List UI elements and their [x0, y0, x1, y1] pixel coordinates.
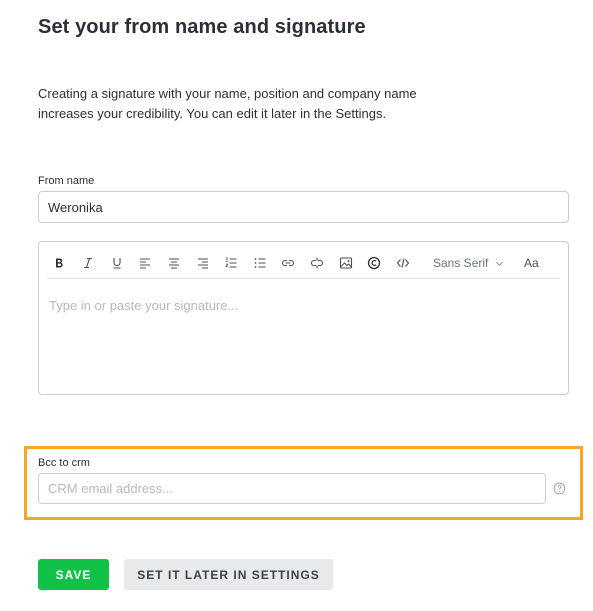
copyright-icon[interactable] — [365, 254, 383, 272]
from-name-input[interactable] — [38, 191, 569, 223]
align-left-icon[interactable] — [136, 254, 154, 272]
code-icon[interactable] — [394, 254, 412, 272]
font-family-select[interactable]: Sans Serif — [433, 254, 504, 272]
font-family-value: Sans Serif — [433, 256, 489, 270]
image-icon[interactable] — [337, 254, 355, 272]
description: Creating a signature with your name, pos… — [38, 84, 508, 124]
link-icon[interactable] — [279, 254, 297, 272]
bold-icon[interactable] — [50, 254, 68, 272]
unlink-icon[interactable] — [308, 254, 326, 272]
underline-icon[interactable] — [108, 254, 126, 272]
italic-icon[interactable] — [79, 254, 97, 272]
page-title: Set your from name and signature — [38, 16, 366, 38]
set-later-button[interactable]: SET IT LATER IN SETTINGS — [124, 559, 333, 590]
align-center-icon[interactable] — [165, 254, 183, 272]
from-name-label: From name — [38, 175, 95, 187]
bcc-label: Bcc to crm — [38, 457, 90, 469]
save-button[interactable]: SAVE — [38, 559, 109, 590]
font-size-button[interactable]: Aa — [524, 254, 539, 272]
bullet-list-icon[interactable] — [251, 254, 269, 272]
help-icon[interactable] — [553, 482, 566, 495]
align-right-icon[interactable] — [194, 254, 212, 272]
description-line-1: Creating a signature with your name, pos… — [38, 86, 417, 101]
editor-toolbar: Sans Serif Aa — [47, 248, 560, 279]
description-line-2: increases your credibility. You can edit… — [38, 106, 387, 121]
signature-editor-placeholder[interactable]: Type in or paste your signature... — [49, 298, 238, 313]
ordered-list-icon[interactable] — [222, 254, 240, 272]
chevron-down-icon — [496, 261, 504, 266]
signature-editor: Sans Serif Aa Type in or paste your sign… — [38, 241, 569, 395]
crm-email-input[interactable] — [38, 473, 546, 504]
